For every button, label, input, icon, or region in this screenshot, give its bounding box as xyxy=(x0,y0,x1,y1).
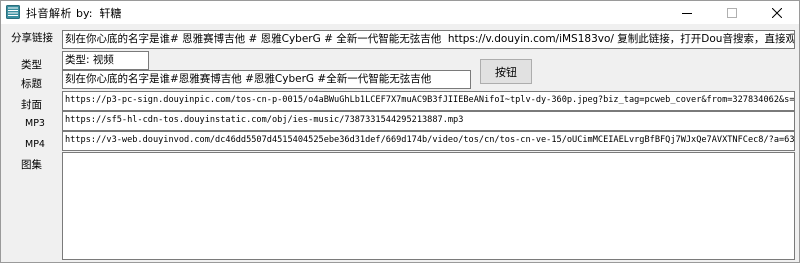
share-link-label: 分享链接 xyxy=(11,32,53,44)
mp4-label: MP4 xyxy=(25,139,45,150)
type-field[interactable]: 类型: 视频 xyxy=(62,51,149,70)
window-author: by: 轩糖 xyxy=(76,7,122,20)
mp3-url-field[interactable]: https://sf5-hl-cdn-tos.douyinstatic.com/… xyxy=(62,111,795,131)
minimize-button[interactable] xyxy=(664,1,709,24)
app-icon xyxy=(6,5,20,19)
close-icon xyxy=(771,7,782,18)
title-label: 标题 xyxy=(21,78,42,90)
minimize-icon xyxy=(681,12,692,14)
parse-button[interactable]: 按钮 xyxy=(480,59,532,84)
maximize-button[interactable] xyxy=(709,1,754,24)
cover-label: 封面 xyxy=(21,99,42,111)
window-title: 抖音解析 xyxy=(26,7,72,20)
close-button[interactable] xyxy=(754,1,799,24)
title-bar[interactable]: 抖音解析 by: 轩糖 xyxy=(1,1,799,24)
app-window: 抖音解析 by: 轩糖 分享链接 类型 标题 封面 MP3 MP4 图集 刻在你… xyxy=(0,0,800,263)
gallery-textarea[interactable] xyxy=(62,152,795,260)
type-label: 类型 xyxy=(21,59,42,71)
gallery-label: 图集 xyxy=(21,159,42,171)
mp4-url-field[interactable]: https://v3-web.douyinvod.com/dc46dd5507d… xyxy=(62,131,795,151)
title-field[interactable]: 刻在你心底的名字是谁#恩雅赛博吉他 #恩雅CyberG #全新一代智能无弦吉他 xyxy=(62,70,471,89)
share-link-input[interactable]: 刻在你心底的名字是谁# 恩雅赛博吉他 # 恩雅CyberG # 全新一代智能无弦… xyxy=(62,30,795,49)
mp3-label: MP3 xyxy=(25,118,45,129)
cover-url-field[interactable]: https://p3-pc-sign.douyinpic.com/tos-cn-… xyxy=(62,91,795,111)
maximize-icon xyxy=(726,7,737,18)
